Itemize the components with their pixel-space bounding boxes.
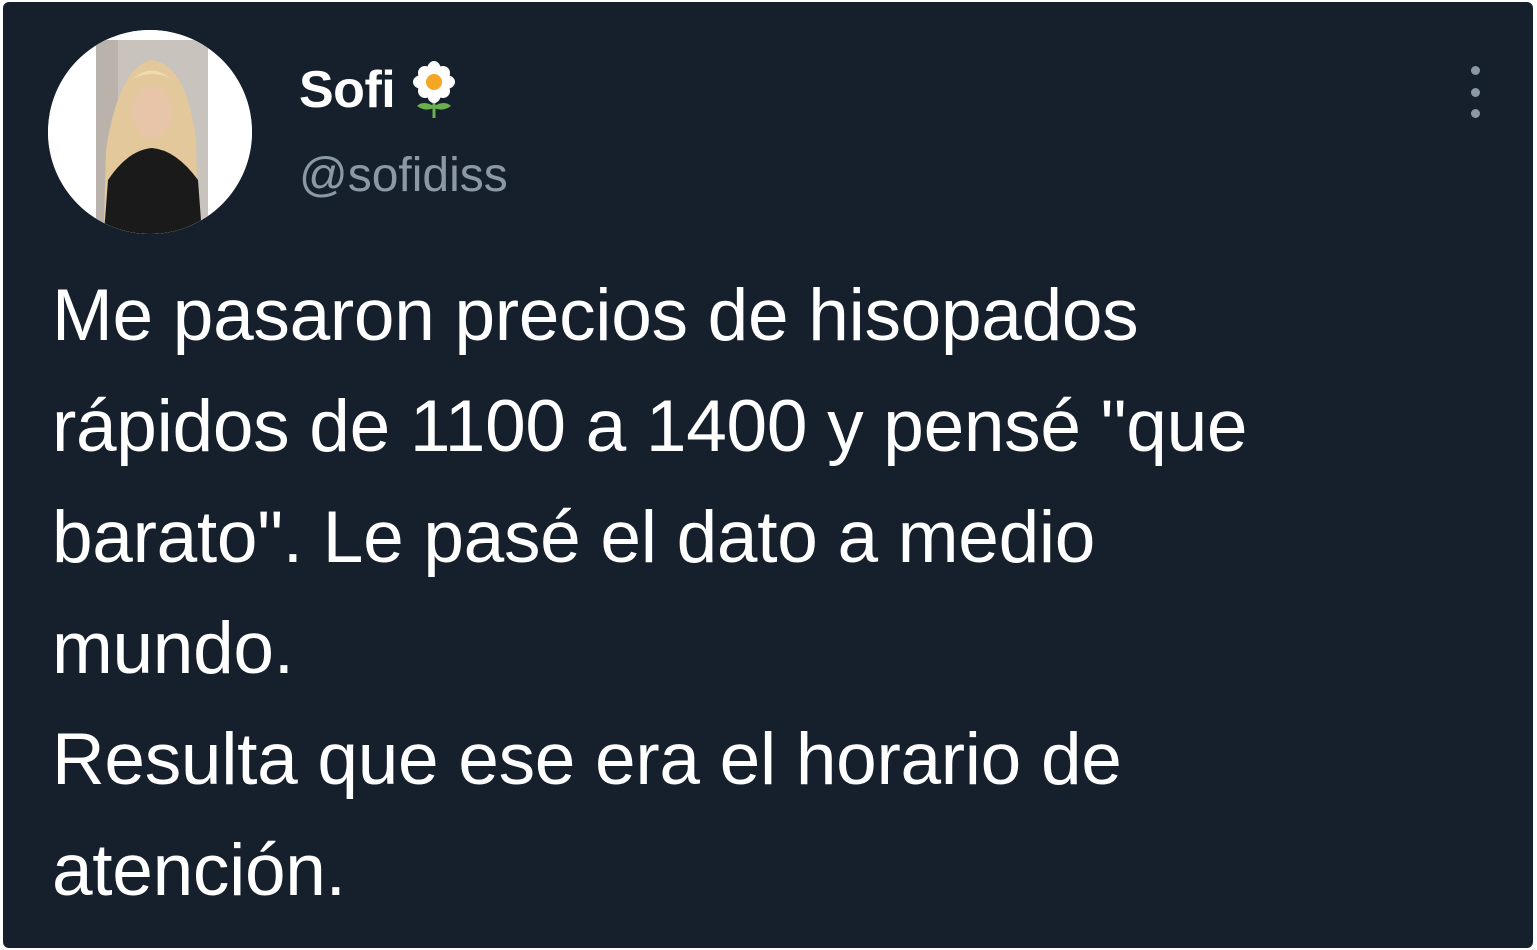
display-name[interactable]: Sofi	[299, 64, 396, 116]
tweet-text-line: Resulta que ese era el horario de	[52, 719, 1122, 800]
tweet-text-line: atención.	[52, 830, 346, 911]
vertical-ellipsis-icon	[1470, 66, 1480, 75]
profile-photo-icon	[48, 30, 252, 234]
more-options-button[interactable]	[1455, 60, 1495, 124]
avatar[interactable]	[48, 30, 252, 234]
tweet-text-line: barato". Le pasé el dato a medio	[52, 497, 1096, 578]
vertical-ellipsis-icon	[1470, 109, 1480, 118]
author-name-row[interactable]: Sofi	[299, 58, 459, 122]
flower-icon	[413, 61, 456, 118]
tweet-text-line: rápidos de 1100 a 1400 y pensé "que	[52, 386, 1248, 467]
tweet-card: Sofi @sofidiss Me pasaron precios de his…	[3, 2, 1533, 948]
handle[interactable]: @sofidiss	[299, 152, 508, 200]
vertical-ellipsis-icon	[1470, 87, 1480, 97]
tweet-text-line: mundo.	[52, 608, 294, 689]
tweet-text: Me pasaron precios de hisopados rápidos …	[52, 260, 1522, 926]
tweet-text-line: Me pasaron precios de hisopados	[52, 275, 1139, 356]
